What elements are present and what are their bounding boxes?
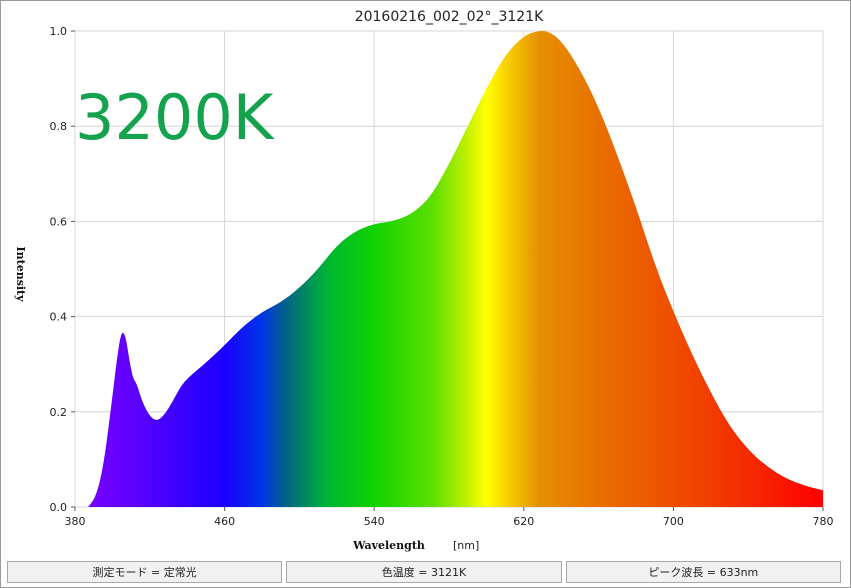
y-tick-label: 0.6 [50, 215, 68, 228]
chart-window: 380 460 540 620 700 780 0.0 0.2 0.4 0.6 0.8 1.0 20… [0, 0, 851, 588]
x-tick-label: 620 [513, 515, 534, 528]
status-color-temperature: 色温度 = 3121K [286, 561, 562, 583]
x-tick-label: 780 [813, 515, 834, 528]
status-peak-wavelength: ピーク波長 = 633nm [565, 561, 841, 583]
y-tick-label: 0.0 [50, 501, 68, 514]
status-measurement-mode: 測定モード = 定常光 [7, 561, 283, 583]
x-tick-label: 540 [364, 515, 385, 528]
color-temperature-annotation: 3200K [75, 81, 275, 154]
x-tick-label: 700 [663, 515, 684, 528]
status-bar: 測定モード = 定常光 色温度 = 3121K ピーク波長 = 633nm [7, 561, 841, 583]
y-axis-title: Intensity [14, 246, 27, 302]
y-axis-ticks: 0.0 0.2 0.4 0.6 0.8 1.0 [50, 25, 75, 514]
y-tick-label: 0.8 [50, 120, 68, 133]
y-tick-label: 0.2 [50, 406, 68, 419]
x-axis-unit: [nm] [453, 539, 479, 552]
x-tick-label: 460 [214, 515, 235, 528]
spectrum-chart: 380 460 540 620 700 780 0.0 0.2 0.4 0.6 0.8 1.0 20… [14, 9, 834, 552]
chart-title: 20160216_002_02°_3121K [355, 9, 544, 25]
x-axis-title: Wavelength [352, 539, 425, 552]
x-tick-label: 380 [65, 515, 86, 528]
x-axis-ticks: 380 460 540 620 700 780 [65, 507, 834, 528]
y-tick-label: 1.0 [50, 25, 68, 38]
y-tick-label: 0.4 [50, 311, 68, 324]
